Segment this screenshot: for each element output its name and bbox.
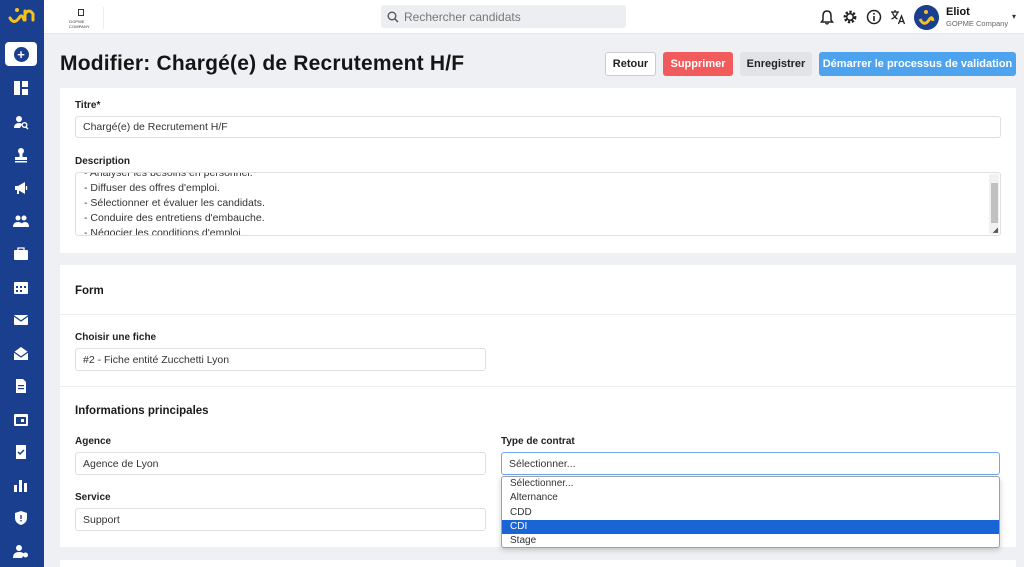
app-logo[interactable] (7, 5, 37, 27)
back-button[interactable]: Retour (605, 52, 656, 76)
contract-dropdown-list[interactable]: Sélectionner... Alternance CDD CDI Stage (501, 476, 1000, 548)
fiche-select[interactable]: #2 - Fiche entité Zucchetti Lyon (75, 348, 486, 371)
description-line: - Négocier les conditions d'emploi. (84, 227, 244, 236)
service-select[interactable]: Support (75, 508, 486, 531)
company-logo[interactable]: GOPME COMPANY (64, 7, 104, 29)
description-line: - Analyser les besoins en personnel. (84, 172, 253, 179)
save-button[interactable]: Enregistrer (740, 52, 812, 76)
contract-option[interactable]: Sélectionner... (502, 477, 999, 491)
next-card (60, 560, 1016, 567)
sidebar: + (0, 0, 44, 567)
job-details-card: Titre* Chargé(e) de Recrutement H/F Desc… (60, 88, 1016, 253)
search-icon (387, 11, 399, 23)
checklist-icon[interactable] (12, 443, 30, 461)
translate-icon[interactable] (890, 9, 906, 25)
bar-chart-icon[interactable] (12, 476, 30, 494)
contract-option-highlighted[interactable]: CDI (502, 519, 999, 535)
mail-icon[interactable] (12, 311, 30, 329)
title-label: Titre* (75, 100, 101, 111)
contract-select[interactable]: Sélectionner... (501, 452, 1000, 475)
megaphone-icon[interactable] (12, 179, 30, 197)
contract-option[interactable]: Stage (502, 534, 999, 547)
scroll-thumb[interactable] (991, 183, 998, 223)
fiche-label: Choisir une fiche (75, 332, 157, 343)
gear-icon[interactable] (842, 9, 858, 25)
chevron-down-icon[interactable]: ▾ (1012, 12, 1016, 21)
divider (60, 314, 1016, 315)
stamp-icon[interactable] (12, 146, 30, 164)
plus-icon: + (13, 46, 29, 62)
description-textarea[interactable]: - Analyser les besoins en personnel. - D… (75, 172, 1001, 236)
contract-label: Type de contrat (501, 436, 575, 447)
bell-icon[interactable] (819, 9, 835, 25)
search-candidate-icon[interactable] (12, 113, 30, 131)
resize-handle-icon[interactable]: ◢ (993, 226, 998, 234)
calendar-event-icon[interactable] (12, 410, 30, 428)
briefcase-icon[interactable] (12, 245, 30, 263)
calendar-icon[interactable] (12, 278, 30, 296)
dashboard-icon[interactable] (12, 79, 30, 97)
search-input[interactable] (404, 9, 604, 24)
shield-icon[interactable] (12, 509, 30, 527)
search-bar[interactable] (381, 5, 626, 28)
form-section-title: Form (75, 285, 104, 297)
description-label: Description (75, 156, 131, 167)
agency-select[interactable]: Agence de Lyon (75, 452, 486, 475)
page-title: Modifier: Chargé(e) de Recrutement H/F (60, 52, 465, 75)
delete-button[interactable]: Supprimer (663, 52, 733, 76)
user-name[interactable]: Eliot (946, 6, 970, 18)
description-line: - Sélectionner et évaluer les candidats. (84, 197, 265, 209)
mail-open-icon[interactable] (12, 344, 30, 362)
service-label: Service (75, 492, 111, 503)
top-bar: GOPME COMPANY Eliot GOPME Company ▾ (44, 0, 1024, 34)
user-settings-icon[interactable] (12, 542, 30, 560)
user-company: GOPME Company (946, 19, 1009, 28)
agency-label: Agence (75, 436, 112, 447)
main-info-section-title: Informations principales (75, 405, 209, 417)
description-line: - Diffuser des offres d'emploi. (84, 182, 220, 194)
contract-option[interactable]: CDD (502, 506, 999, 520)
document-icon[interactable] (12, 377, 30, 395)
divider (60, 386, 1016, 387)
add-button[interactable]: + (5, 42, 37, 66)
avatar[interactable] (914, 5, 939, 30)
start-validation-button[interactable]: Démarrer le processus de validation (819, 52, 1016, 76)
info-icon[interactable] (866, 9, 882, 25)
description-line: - Conduire des entretiens d'embauche. (84, 212, 265, 224)
title-input[interactable]: Chargé(e) de Recrutement H/F (75, 116, 1001, 138)
users-icon[interactable] (12, 212, 30, 230)
contract-option[interactable]: Alternance (502, 491, 999, 505)
